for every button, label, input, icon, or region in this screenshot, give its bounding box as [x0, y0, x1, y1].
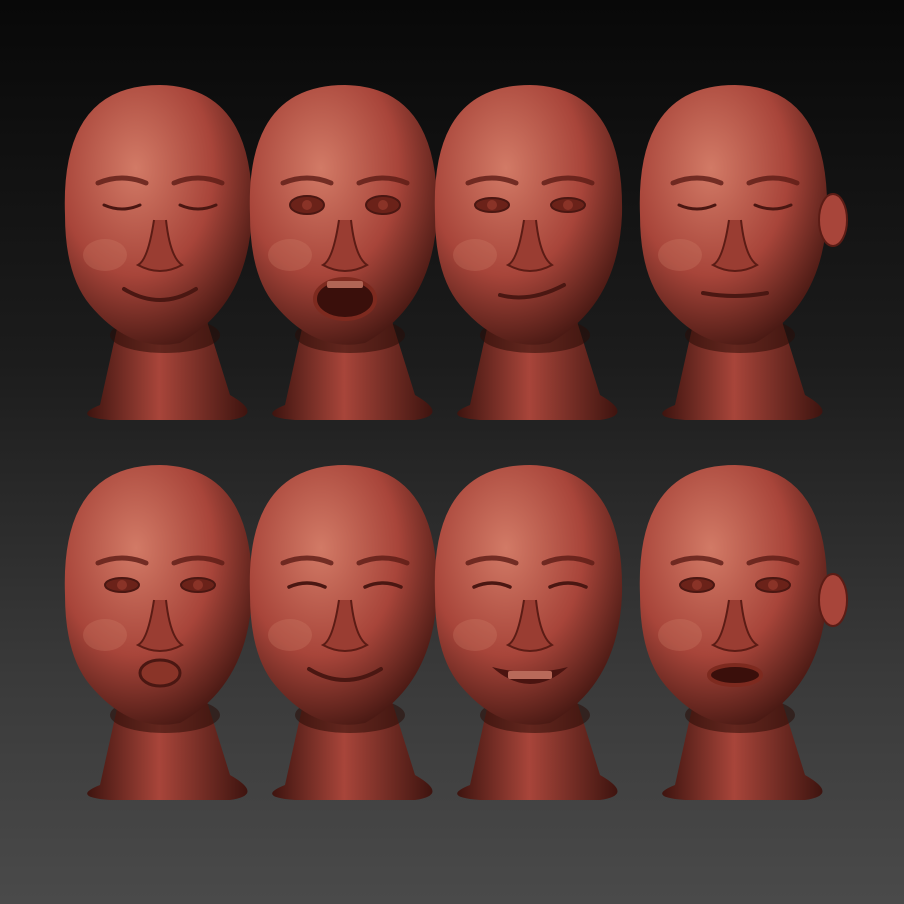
head-2-4 [639, 465, 848, 800]
head-2-3 [434, 465, 623, 800]
iris-right [193, 580, 203, 590]
iris-left [302, 200, 312, 210]
cheek-highlight [658, 619, 702, 651]
iris-right [378, 200, 388, 210]
iris-left [117, 580, 127, 590]
cheek-highlight [268, 619, 312, 651]
mouth-open-small [707, 663, 763, 687]
cheek-highlight [268, 239, 312, 271]
head-2-1 [64, 465, 253, 800]
head-1-2 [249, 85, 438, 420]
iris-left [692, 580, 702, 590]
teeth [327, 281, 363, 288]
head-1-3 [434, 85, 623, 420]
head-sculpt-scene [64, 85, 848, 800]
iris-right [768, 580, 778, 590]
cheek-highlight [658, 239, 702, 271]
head-shape [249, 465, 438, 725]
sculpt-render-stage [0, 0, 904, 904]
head-shape [64, 85, 253, 345]
head-shape [434, 465, 623, 725]
iris-left [487, 200, 497, 210]
iris-right [563, 200, 573, 210]
teeth [508, 671, 552, 679]
head-2-2 [249, 465, 438, 800]
cheek-highlight [83, 239, 127, 271]
head-1-4 [639, 85, 848, 420]
head-shape [639, 85, 828, 345]
cheek-highlight [453, 239, 497, 271]
mouth-pout [138, 658, 182, 688]
ear [818, 573, 848, 627]
cheek-highlight [83, 619, 127, 651]
ear [818, 193, 848, 247]
cheek-highlight [453, 619, 497, 651]
head-1-1 [64, 85, 253, 420]
head-shape [434, 85, 623, 345]
